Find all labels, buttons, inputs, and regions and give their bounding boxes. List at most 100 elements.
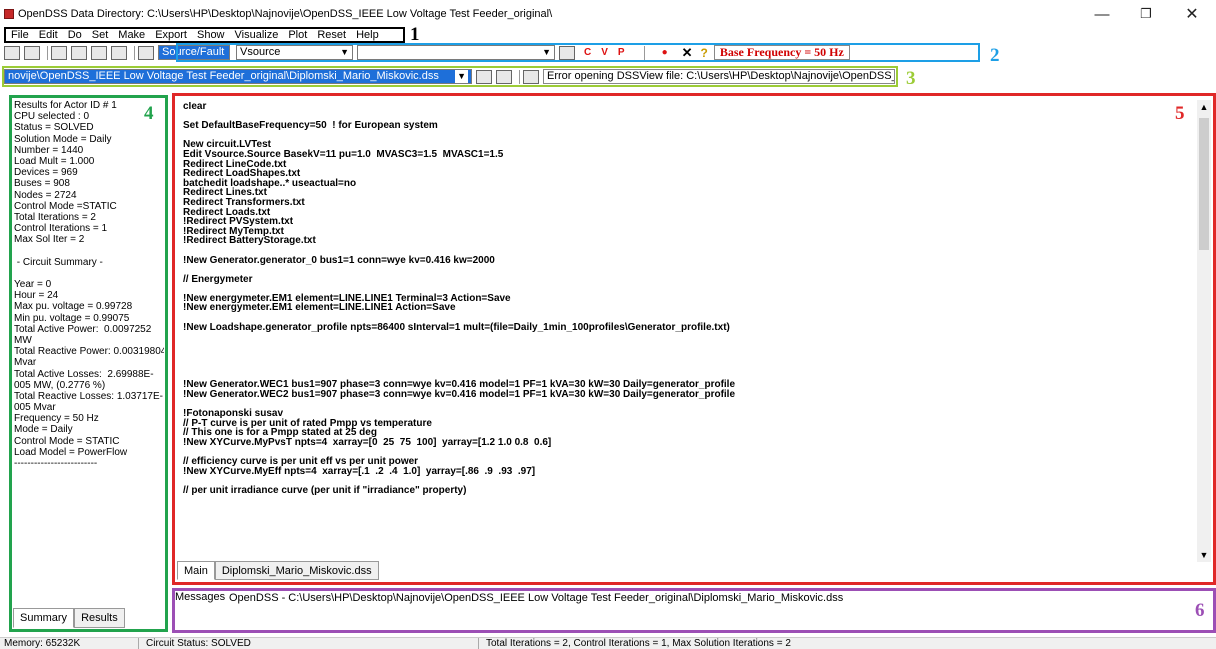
toolbar-separator — [134, 45, 135, 60]
script-line[interactable] — [183, 332, 1191, 342]
script-line[interactable]: !New Loadshape.generator_profile npts=86… — [183, 322, 1191, 333]
open-folder-icon[interactable] — [24, 45, 40, 60]
summary-line: Max pu. voltage = 0.99728 — [14, 301, 133, 313]
summary-line: Status = SOLVED — [14, 122, 94, 134]
script-line[interactable]: !New Generator.generator_0 bus1=1 conn=w… — [183, 255, 1191, 266]
summary-line: MW — [14, 334, 32, 346]
vertical-scrollbar[interactable]: ▲ ▼ — [1197, 100, 1211, 562]
annotation-label-6: 6 — [1195, 600, 1205, 621]
annotation-box-1 — [4, 27, 405, 43]
summary-line: Buses = 908 — [14, 178, 70, 190]
app-icon — [4, 9, 14, 19]
script-line[interactable]: !New Generator.WEC2 bus1=907 phase=3 con… — [183, 390, 1191, 400]
script-line[interactable]: clear — [183, 102, 1191, 112]
table-icon[interactable] — [138, 45, 154, 60]
summary-line: Mode = Daily — [14, 424, 73, 436]
summary-line: Min pu. voltage = 0.99075 — [14, 312, 130, 324]
script-line[interactable] — [183, 351, 1191, 361]
script-line[interactable] — [183, 131, 1191, 141]
summary-line: Solution Mode = Daily — [14, 133, 112, 145]
script-text[interactable]: clear Set DefaultBaseFrequency=50 ! for E… — [183, 102, 1191, 562]
script-line[interactable]: !New energymeter.EM1 element=LINE.LINE1 … — [183, 303, 1191, 313]
summary-line: ------------------------- — [14, 458, 98, 469]
summary-line: Load Model = PowerFlow — [14, 446, 128, 458]
new-file-icon[interactable] — [4, 45, 20, 60]
script-line[interactable]: Redirect LineCode.txt — [183, 159, 1191, 170]
script-line[interactable] — [183, 361, 1191, 371]
summary-line: Mvar — [14, 357, 37, 369]
status-separator — [138, 638, 139, 649]
annotation-label-3: 3 — [906, 68, 916, 89]
summary-text: Results for Actor ID # 1 CPU selected : 0… — [14, 100, 164, 608]
summary-line: CPU selected : 0 — [14, 111, 90, 123]
summary-line — [14, 245, 164, 256]
script-line[interactable]: !Redirect PVSystem.txt — [183, 217, 1191, 227]
scroll-down-icon[interactable]: ▼ — [1197, 548, 1211, 562]
title-bar: OpenDSS Data Directory: C:\Users\HP\Desk… — [0, 0, 1216, 28]
annotation-label-5: 5 — [1175, 103, 1185, 124]
script-line[interactable]: Edit Vsource.Source BasekV=11 pu=1.0 MVA… — [183, 150, 1191, 160]
messages-text: OpenDSS - C:\Users\HP\Desktop\Najnovije\… — [229, 592, 844, 604]
annotation-box-3 — [2, 66, 898, 87]
script-editor[interactable]: clear Set DefaultBaseFrequency=50 ! for E… — [172, 93, 1216, 585]
messages-panel: Messages OpenDSS - C:\Users\HP\Desktop\N… — [172, 588, 1216, 633]
script-line[interactable]: Redirect Transformers.txt — [183, 198, 1191, 208]
script-line[interactable] — [183, 399, 1191, 409]
script-line[interactable]: // per unit irradiance curve (per unit i… — [183, 485, 1191, 496]
script-line[interactable] — [183, 342, 1191, 352]
scroll-thumb[interactable] — [1199, 118, 1209, 250]
window-title: OpenDSS Data Directory: C:\Users\HP\Desk… — [18, 8, 553, 20]
tab-script-file[interactable]: Diplomski_Mario_Miskovic.dss — [214, 561, 379, 580]
summary-line: Total Reactive Power: 0.00319804 — [14, 346, 164, 358]
script-line[interactable] — [183, 265, 1191, 275]
script-line[interactable]: Set DefaultBaseFrequency=50 ! for Europe… — [183, 121, 1191, 131]
summary-line: Total Iterations = 2 — [14, 211, 96, 223]
status-bar: Memory: 65232K Circuit Status: SOLVED To… — [0, 637, 1216, 649]
summary-line: Control Iterations = 1 — [14, 223, 108, 235]
script-line[interactable]: !New XYCurve.MyEff npts=4 xarray=[.1 .2 … — [183, 466, 1191, 477]
tab-summary[interactable]: Summary — [13, 608, 75, 628]
maximize-button[interactable]: ❐ — [1124, 0, 1168, 28]
script-line[interactable]: // Energymeter — [183, 274, 1191, 285]
script-line[interactable]: Redirect Loads.txt — [183, 207, 1191, 218]
messages-label: Messages — [175, 591, 226, 603]
summary-line: Hour = 24 — [14, 290, 59, 302]
save-icon[interactable] — [71, 45, 87, 60]
summary-line: Total Active Power: 0.0097252 — [14, 323, 152, 335]
summary-line: Total Active Losses: 2.69988E- — [14, 368, 154, 380]
summary-line: 005 MW, (0.2776 %) — [14, 379, 106, 391]
tab-results[interactable]: Results — [74, 608, 125, 628]
status-separator — [478, 638, 479, 649]
tab-main[interactable]: Main — [177, 561, 215, 580]
summary-line: Control Mode =STATIC — [14, 200, 117, 212]
minimize-button[interactable]: — — [1080, 0, 1124, 28]
toolbar-separator — [47, 45, 48, 60]
compile-icon[interactable] — [51, 45, 67, 60]
script-line[interactable]: batchedit loadshape..* useactual=no — [183, 178, 1191, 189]
annotation-label-4: 4 — [144, 103, 154, 124]
editor-tabs: Main Diplomski_Mario_Miskovic.dss — [177, 561, 379, 580]
annotation-label-2: 2 — [990, 45, 1000, 66]
summary-line: Devices = 969 — [14, 167, 78, 179]
report-icon[interactable] — [111, 45, 127, 60]
status-iterations: Total Iterations = 2, Control Iterations… — [486, 638, 791, 649]
calculator-icon[interactable] — [91, 45, 107, 60]
summary-line: Load Mult = 1.000 — [14, 155, 95, 167]
script-line[interactable]: Redirect Lines.txt — [183, 188, 1191, 198]
summary-line: Total Reactive Losses: 1.03717E- — [14, 390, 163, 402]
script-line[interactable]: !New XYCurve.MyPvsT npts=4 xarray=[0 25 … — [183, 437, 1191, 448]
script-line[interactable]: !Redirect MyTemp.txt — [183, 226, 1191, 237]
summary-line — [14, 268, 164, 279]
summary-panel: Results for Actor ID # 1 CPU selected : 0… — [9, 95, 168, 632]
summary-tabs: Summary Results — [13, 608, 125, 628]
summary-line: 005 Mvar — [14, 402, 56, 414]
summary-line: - Circuit Summary - — [14, 256, 103, 268]
annotation-label-1: 1 — [410, 24, 420, 45]
annotation-box-2 — [176, 43, 980, 62]
status-circuit: Circuit Status: SOLVED — [146, 638, 251, 649]
scroll-up-icon[interactable]: ▲ — [1197, 100, 1211, 114]
close-button[interactable]: ✕ — [1170, 0, 1214, 28]
status-memory: Memory: 65232K — [4, 638, 81, 649]
script-line[interactable]: !Redirect BatteryStorage.txt — [183, 236, 1191, 246]
summary-line: Year = 0 — [14, 279, 52, 290]
